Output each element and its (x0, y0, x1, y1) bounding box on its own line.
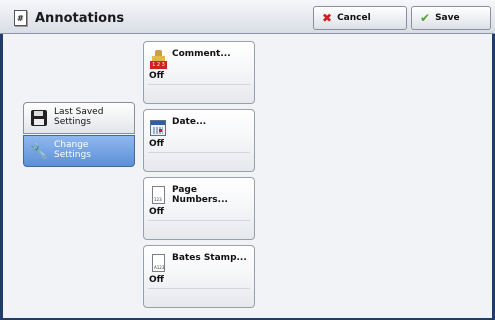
save-label: Save (435, 13, 460, 23)
bates-stamp-value: Off (149, 275, 164, 285)
last-saved-settings-button[interactable]: Last Saved Settings (23, 102, 135, 134)
wrench-screwdriver-icon: 🔧 (29, 141, 49, 160)
date-value: Off (149, 139, 164, 149)
page-number-icon: 123 (150, 186, 167, 206)
page-numbers-value: Off (149, 207, 164, 217)
change-settings-button[interactable]: 🔧 Change Settings (23, 135, 135, 167)
last-saved-settings-label: Last Saved Settings (54, 107, 104, 127)
comment-button[interactable]: 1 2 3 Comment... Off (143, 41, 255, 104)
page-numbers-button[interactable]: 123 Page Numbers... Off (143, 177, 255, 240)
annotations-icon: # (14, 10, 27, 26)
date-button[interactable]: Date... Off (143, 109, 255, 172)
comment-title: Comment... (172, 49, 231, 59)
bates-stamp-title: Bates Stamp... (172, 253, 247, 263)
card-divider (148, 152, 250, 153)
change-settings-label: Change Settings (54, 140, 91, 160)
bates-stamp-button[interactable]: A123 Bates Stamp... Off (143, 245, 255, 308)
checkmark-icon: ✔ (420, 11, 431, 25)
date-title: Date... (172, 117, 207, 127)
cancel-icon: ✖ (322, 11, 333, 25)
card-divider (148, 220, 250, 221)
bates-stamp-icon: A123 (150, 254, 167, 274)
cancel-button[interactable]: ✖ Cancel (313, 6, 407, 30)
settings-panel: Last Saved Settings 🔧 Change Settings 1 … (0, 34, 495, 320)
comment-value: Off (149, 71, 164, 81)
title-bar: # Annotations ✖ Cancel ✔ Save (0, 0, 495, 34)
card-divider (148, 84, 250, 85)
window-title: Annotations (35, 11, 125, 26)
card-divider (148, 288, 250, 289)
calendar-icon (150, 118, 167, 138)
save-button[interactable]: ✔ Save (411, 6, 491, 30)
cancel-label: Cancel (337, 13, 371, 23)
comment-stamp-icon: 1 2 3 (150, 50, 167, 70)
page-numbers-title: Page Numbers... (172, 185, 228, 205)
floppy-disk-icon (30, 109, 48, 127)
